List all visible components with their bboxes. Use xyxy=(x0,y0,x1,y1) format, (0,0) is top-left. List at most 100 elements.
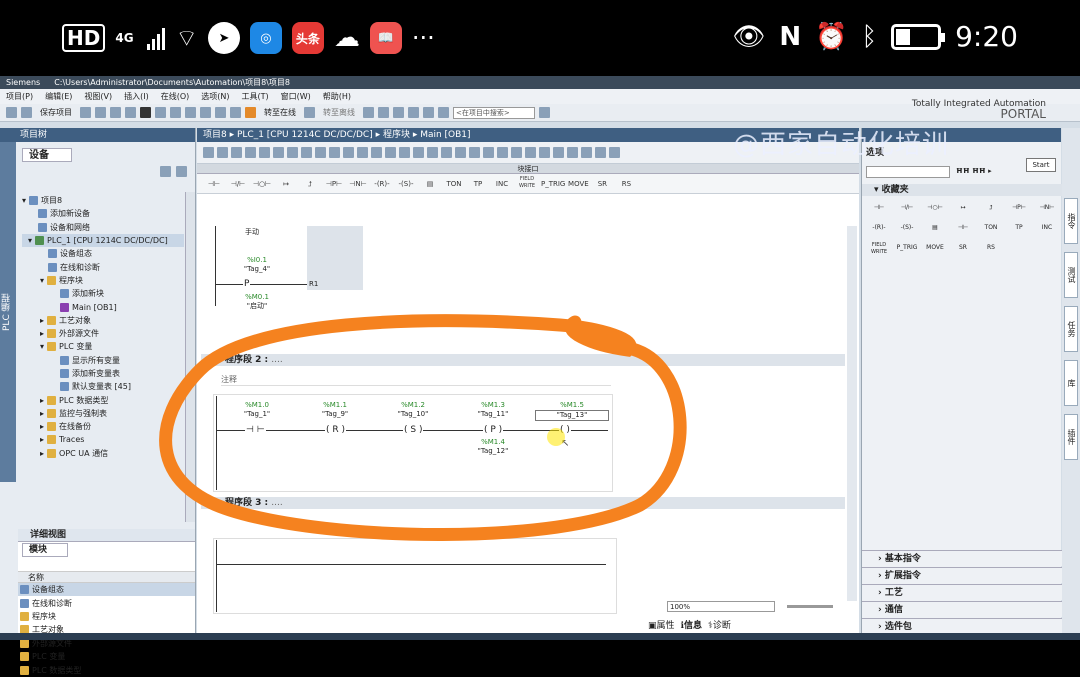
instr-sr[interactable]: SR xyxy=(591,176,613,192)
s2-element-extra[interactable]: %M1.4 "Tag_12" xyxy=(471,438,515,456)
fav-item[interactable]: FIELD WRITE xyxy=(866,242,892,256)
detail-item[interactable]: 程序块 xyxy=(18,610,195,623)
editor-tool-icon[interactable] xyxy=(595,147,606,158)
tree-item-opc-ua[interactable]: ▸ OPC UA 通信 xyxy=(22,447,184,460)
editor-tool-icon[interactable] xyxy=(483,147,494,158)
s2-p-coil[interactable]: ( P ) xyxy=(483,425,504,435)
instr-box[interactable]: ▤ xyxy=(419,176,441,192)
fav-item[interactable]: -(S)- xyxy=(894,222,920,236)
editor-tool-icon[interactable] xyxy=(371,147,382,158)
fav-item[interactable]: SR xyxy=(950,242,976,256)
detail-item[interactable]: 在线和诊断 xyxy=(18,596,195,609)
tree-item-plc-data-types[interactable]: ▸ PLC 数据类型 xyxy=(22,393,184,406)
accessible-devices-icon[interactable] xyxy=(363,107,374,118)
task-card-libraries[interactable]: 库 xyxy=(1064,360,1078,406)
editor-tool-icon[interactable] xyxy=(525,147,536,158)
zoom-select[interactable]: 100% xyxy=(667,601,775,612)
simulate-icon[interactable] xyxy=(230,107,241,118)
detail-item[interactable]: 设备组态 xyxy=(18,583,195,597)
s2-element-1[interactable]: %M1.0 "Tag_1" xyxy=(235,401,279,419)
seg1-var2[interactable]: %M0.1 "启动" xyxy=(237,293,277,311)
editor-tool-icon[interactable] xyxy=(315,147,326,158)
seg1-p-contact[interactable]: P xyxy=(243,279,251,289)
s2-element-5[interactable]: %M1.5 "Tag_13" xyxy=(535,401,609,421)
undo-icon[interactable] xyxy=(155,107,166,118)
editor-tool-icon[interactable] xyxy=(217,147,228,158)
tree-item-online-backup[interactable]: ▸ 在线备份 xyxy=(22,420,184,433)
menu-edit[interactable]: 编辑(E) xyxy=(45,91,72,102)
editor-tool-icon[interactable] xyxy=(357,147,368,158)
start-cpu-icon[interactable] xyxy=(378,107,389,118)
tree-item-add-block[interactable]: 添加新块 xyxy=(22,287,184,300)
fav-item[interactable]: RS xyxy=(978,242,1004,256)
fav-item[interactable]: ⊣P⊢ xyxy=(1006,202,1032,216)
go-online-icon[interactable] xyxy=(245,107,256,118)
menu-view[interactable]: 视图(V) xyxy=(84,91,112,102)
tree-item-show-all-tags[interactable]: 显示所有变量 xyxy=(22,354,184,367)
instr-tp[interactable]: TP xyxy=(467,176,489,192)
instr-field-write[interactable]: FIELD WRITE xyxy=(515,176,539,192)
start-button[interactable]: Start xyxy=(1026,158,1056,172)
redo-icon[interactable] xyxy=(170,107,181,118)
go-offline-button[interactable]: 转至离线 xyxy=(323,107,355,118)
options-search-input[interactable] xyxy=(866,166,950,178)
editor-tool-icon[interactable] xyxy=(511,147,522,158)
detail-view-header[interactable]: 详细视图 xyxy=(18,529,195,542)
s2-reset-coil[interactable]: ( R ) xyxy=(325,425,346,435)
tree-item-devices-networks[interactable]: 设备和网络 xyxy=(22,221,184,234)
editor-tool-icon[interactable] xyxy=(427,147,438,158)
plc-programming-strip[interactable]: PLC 编程 xyxy=(0,142,16,482)
fav-item[interactable]: ⊣⊢ xyxy=(866,202,892,216)
modules-tab[interactable]: 模块 xyxy=(22,543,68,557)
menu-project[interactable]: 项目(P) xyxy=(6,91,33,102)
search-icon[interactable] xyxy=(539,107,550,118)
name-column-header[interactable]: 名称 xyxy=(18,571,195,583)
editor-tool-icon[interactable] xyxy=(441,147,452,158)
task-card-testing[interactable]: 测试 xyxy=(1064,252,1078,298)
tree-item-watch-force[interactable]: ▸ 监控与强制表 xyxy=(22,407,184,420)
task-card-addins[interactable]: 插件 xyxy=(1064,414,1078,460)
fav-item[interactable]: ↦ xyxy=(950,202,976,216)
tree-item-traces[interactable]: ▸ Traces xyxy=(22,433,184,446)
fav-item[interactable]: TON xyxy=(978,222,1004,236)
fav-item[interactable]: ⊣N⊢ xyxy=(1034,202,1060,216)
category-technology[interactable]: › 工艺 xyxy=(862,584,1062,600)
new-project-icon[interactable] xyxy=(6,107,17,118)
instr-set-coil[interactable]: -(S)- xyxy=(395,176,417,192)
menu-options[interactable]: 选项(N) xyxy=(201,91,229,102)
editor-tool-icon[interactable] xyxy=(273,147,284,158)
editor-tool-icon[interactable] xyxy=(231,147,242,158)
fav-item[interactable]: INC xyxy=(1034,222,1060,236)
tree-item-project[interactable]: ▾ 项目8 xyxy=(22,194,184,207)
tree-item-add-tag-table[interactable]: 添加新变量表 xyxy=(22,367,184,380)
tree-item-main-ob1[interactable]: Main [OB1] xyxy=(22,300,184,313)
editor-tool-icon[interactable] xyxy=(259,147,270,158)
compile-icon[interactable] xyxy=(185,107,196,118)
editor-tool-icon[interactable] xyxy=(245,147,256,158)
editor-tool-icon[interactable] xyxy=(497,147,508,158)
editor-tool-icon[interactable] xyxy=(469,147,480,158)
editor-tool-icon[interactable] xyxy=(553,147,564,158)
s2-element-3[interactable]: %M1.2 "Tag_10" xyxy=(391,401,435,419)
editor-tool-icon[interactable] xyxy=(343,147,354,158)
fav-item[interactable]: MOVE xyxy=(922,242,948,256)
instr-empty-box[interactable]: ↦ xyxy=(275,176,297,192)
category-communication[interactable]: › 通信 xyxy=(862,601,1062,617)
tree-item-default-tag-table[interactable]: 默认变量表 [45] xyxy=(22,380,184,393)
fav-item[interactable]: ⮥ xyxy=(978,202,1004,216)
split-editor-vertical-icon[interactable] xyxy=(438,107,449,118)
instr-ton[interactable]: TON xyxy=(443,176,465,192)
seg1-var1[interactable]: %I0.1 "Tag_4" xyxy=(237,256,277,274)
category-extended[interactable]: › 扩展指令 xyxy=(862,567,1062,583)
editor-tool-icon[interactable] xyxy=(329,147,340,158)
s2-element-4[interactable]: %M1.3 "Tag_11" xyxy=(471,401,515,419)
upload-icon[interactable] xyxy=(215,107,226,118)
editor-tool-icon[interactable] xyxy=(539,147,550,158)
editor-tool-icon[interactable] xyxy=(455,147,466,158)
category-basic[interactable]: › 基本指令 xyxy=(862,550,1062,566)
instr-nc-contact[interactable]: ⊣/⊢ xyxy=(227,176,249,192)
cut-icon[interactable] xyxy=(95,107,106,118)
editor-tool-icon[interactable] xyxy=(567,147,578,158)
segment-2-comment[interactable]: 注释 xyxy=(221,374,611,386)
project-search-input[interactable]: <在项目中搜索> xyxy=(453,106,535,119)
